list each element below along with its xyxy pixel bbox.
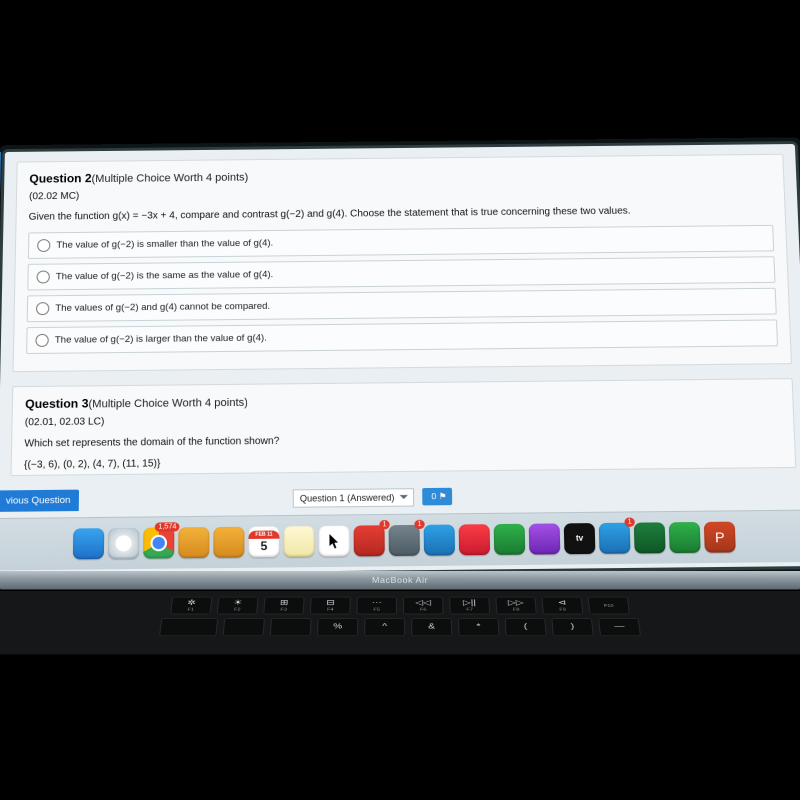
question-2-code: (02.02 MC) [29,184,772,202]
macos-dock: 1,574 FEB 115 1 1 tv 1 P [0,510,800,571]
key-rparen[interactable]: ) [551,618,594,636]
question-3-code: (02.01, 02.03 LC) [25,409,781,428]
question-3-title: Question 3(Multiple Choice Worth 4 point… [25,389,780,411]
calendar-month-label: FEB 11 [249,530,280,539]
previous-question-button[interactable]: vious Question [0,490,79,512]
key-amp[interactable]: & [411,618,452,636]
key-f8[interactable]: ▷▷F8 [495,597,536,615]
calendar-day-label: 5 [261,539,268,553]
q2-option-b-label: The value of g(−2) is the same as the va… [56,269,274,282]
key-f7[interactable]: ▷||F7 [449,597,490,615]
key-f4[interactable]: ⊟F4 [310,597,351,615]
q2-option-c-label: The values of g(−2) and g(4) cannot be c… [55,301,270,314]
key-f1[interactable]: ✲F1 [170,597,212,615]
screen-area: Question 2(Multiple Choice Worth 4 point… [0,144,800,575]
black-bezel-top [0,0,800,148]
appstore-badge: 1 [624,518,634,527]
key-f10[interactable]: F10 [588,597,630,615]
chrome-badge: 1,574 [155,522,179,531]
q2-option-a-label: The value of g(−2) is smaller than the v… [56,238,273,251]
q2-radio-c[interactable] [36,302,49,315]
facetime-icon[interactable] [494,524,526,555]
key-caret[interactable]: ^ [364,618,405,636]
q2-option-d[interactable]: The value of g(−2) is larger than the va… [26,319,778,354]
q2-option-c[interactable]: The values of g(−2) and g(4) cannot be c… [27,288,777,322]
key-lparen[interactable]: ( [505,618,547,636]
laptop-hinge: MacBook Air [0,571,800,589]
finder-icon[interactable] [73,528,104,559]
app-icon-yellow[interactable] [178,527,209,558]
excel-icon[interactable] [634,522,666,553]
appstore-icon[interactable] [599,523,631,554]
key-blank1[interactable] [159,618,218,636]
question-select[interactable]: Question 1 (Answered) [293,488,414,508]
messages-icon[interactable] [424,525,455,556]
keyboard-row-fn: ✲F1 ☀F2 ⊞F3 ⊟F4 ⋯F5 ◁◁F6 ▷||F7 ▷▷F8 ⊲F9 … [55,597,744,615]
notes-icon[interactable] [284,526,315,557]
music-icon[interactable] [459,524,490,555]
powerpoint-icon[interactable]: P [704,522,736,553]
appletv-label: tv [576,523,584,554]
calendar-icon[interactable]: FEB 115 [248,526,279,557]
q2-radio-d[interactable] [35,334,48,347]
key-dash[interactable]: — [598,618,641,636]
keyboard-row-num: % ^ & * ( ) — [51,618,749,636]
question-select-wrap[interactable]: Question 1 (Answered) [293,488,414,508]
laptop-model-label: MacBook Air [372,576,428,585]
question-3-set: {(−3, 6), (0, 2), (4, 7), (11, 15)} [24,452,783,471]
chrome-icon[interactable] [143,527,174,558]
key-blank3[interactable] [270,618,312,636]
question-2-title: Question 2(Multiple Choice Worth 4 point… [29,165,771,186]
key-f2[interactable]: ☀F2 [217,597,259,615]
key-blank2[interactable] [223,618,265,636]
safari-icon[interactable] [108,528,139,559]
podcasts-icon[interactable] [529,523,561,554]
keyboard: ✲F1 ☀F2 ⊞F3 ⊟F4 ⋯F5 ◁◁F6 ▷||F7 ▷▷F8 ⊲F9 … [0,591,800,655]
key-f9[interactable]: ⊲F9 [541,597,583,615]
q2-option-b[interactable]: The value of g(−2) is the same as the va… [27,256,775,290]
laptop-viewport: Question 2(Multiple Choice Worth 4 point… [0,148,800,676]
appletv-icon[interactable]: tv [564,523,596,554]
q2-radio-a[interactable] [37,239,50,252]
settings-badge: 1 [414,520,424,529]
folder-icon[interactable] [213,527,244,558]
q2-radio-b[interactable] [37,271,50,284]
quiz-page: Question 2(Multiple Choice Worth 4 point… [0,144,800,512]
key-percent[interactable]: % [317,618,358,636]
question-3-card: Question 3(Multiple Choice Worth 4 point… [10,378,796,476]
swirl-app-icon[interactable] [354,525,385,556]
question-2-prompt: Given the function g(x) = −3x + 4, compa… [29,204,773,222]
question-3-prompt: Which set represents the domain of the f… [24,431,782,450]
q2-option-a[interactable]: The value of g(−2) is smaller than the v… [28,225,774,259]
key-f5[interactable]: ⋯F5 [356,597,397,615]
phone-icon[interactable] [669,522,701,553]
key-f6[interactable]: ◁◁F6 [403,597,444,615]
key-f3[interactable]: ⊞F3 [263,597,304,615]
left-blue-strip [0,152,1,512]
question-2-card: Question 2(Multiple Choice Worth 4 point… [13,154,792,372]
flag-count-badge[interactable]: 0 ⚑ [422,488,452,506]
key-star[interactable]: * [458,618,500,636]
question-nav-bar: vious Question Question 1 (Answered) 0 ⚑ [10,482,798,512]
q2-option-d-label: The value of g(−2) is larger than the va… [55,333,267,346]
settings-icon[interactable] [389,525,420,556]
